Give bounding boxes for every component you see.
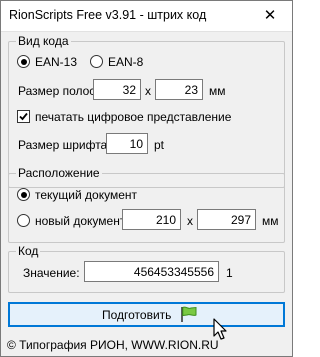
ean8-radio[interactable] (90, 55, 103, 68)
bar-height-input[interactable] (155, 79, 203, 100)
title-bar: RionScripts Free v3.91 - штрих код ✕ (1, 1, 292, 32)
new-doc-label[interactable]: новый документ (35, 214, 125, 228)
window-title: RionScripts Free v3.91 - штрих код (9, 8, 207, 22)
new-doc-unit: мм (262, 214, 279, 228)
prepare-button-label: Подготовить (102, 308, 172, 322)
placement-legend: Расположение (16, 166, 102, 180)
new-doc-times: x (187, 214, 193, 228)
check-digit: 1 (226, 266, 233, 280)
font-size-input[interactable] (106, 133, 148, 154)
close-button[interactable]: ✕ (248, 1, 292, 31)
dialog-window: RionScripts Free v3.91 - штрих код ✕ Вид… (0, 0, 293, 357)
footer-copyright: © Типография РИОН, WWW.RION.RU (7, 338, 219, 352)
close-icon: ✕ (263, 7, 277, 24)
bar-size-unit: мм (209, 84, 226, 98)
code-group: Код Значение: 1 (8, 244, 285, 293)
print-digital-checkbox[interactable] (17, 110, 30, 123)
print-digital-label[interactable]: печатать цифровое представление (35, 110, 231, 124)
ean13-label[interactable]: EAN-13 (35, 55, 77, 69)
font-size-label: Размер шрифта: (18, 138, 111, 152)
current-doc-label[interactable]: текущий документ (35, 188, 137, 202)
placement-group: Расположение текущий документ новый доку… (8, 166, 285, 243)
code-legend: Код (16, 244, 41, 258)
current-doc-radio[interactable] (17, 188, 30, 201)
ean8-label[interactable]: EAN-8 (108, 55, 143, 69)
bar-size-label: Размер полос: (18, 84, 99, 98)
ean13-radio[interactable] (17, 55, 30, 68)
bar-width-input[interactable] (93, 79, 141, 100)
barcode-type-legend: Вид кода (16, 34, 71, 48)
prepare-button[interactable]: Подготовить (8, 302, 285, 327)
green-flag-icon (181, 306, 197, 322)
bar-size-times: x (145, 84, 151, 98)
new-doc-width-input[interactable] (122, 209, 181, 230)
new-doc-radio[interactable] (17, 214, 30, 227)
code-value-label: Значение: (23, 266, 80, 280)
code-value-input[interactable] (84, 261, 219, 282)
new-doc-height-input[interactable] (197, 209, 256, 230)
font-size-unit: pt (154, 138, 165, 152)
checkmark-icon (19, 112, 28, 121)
